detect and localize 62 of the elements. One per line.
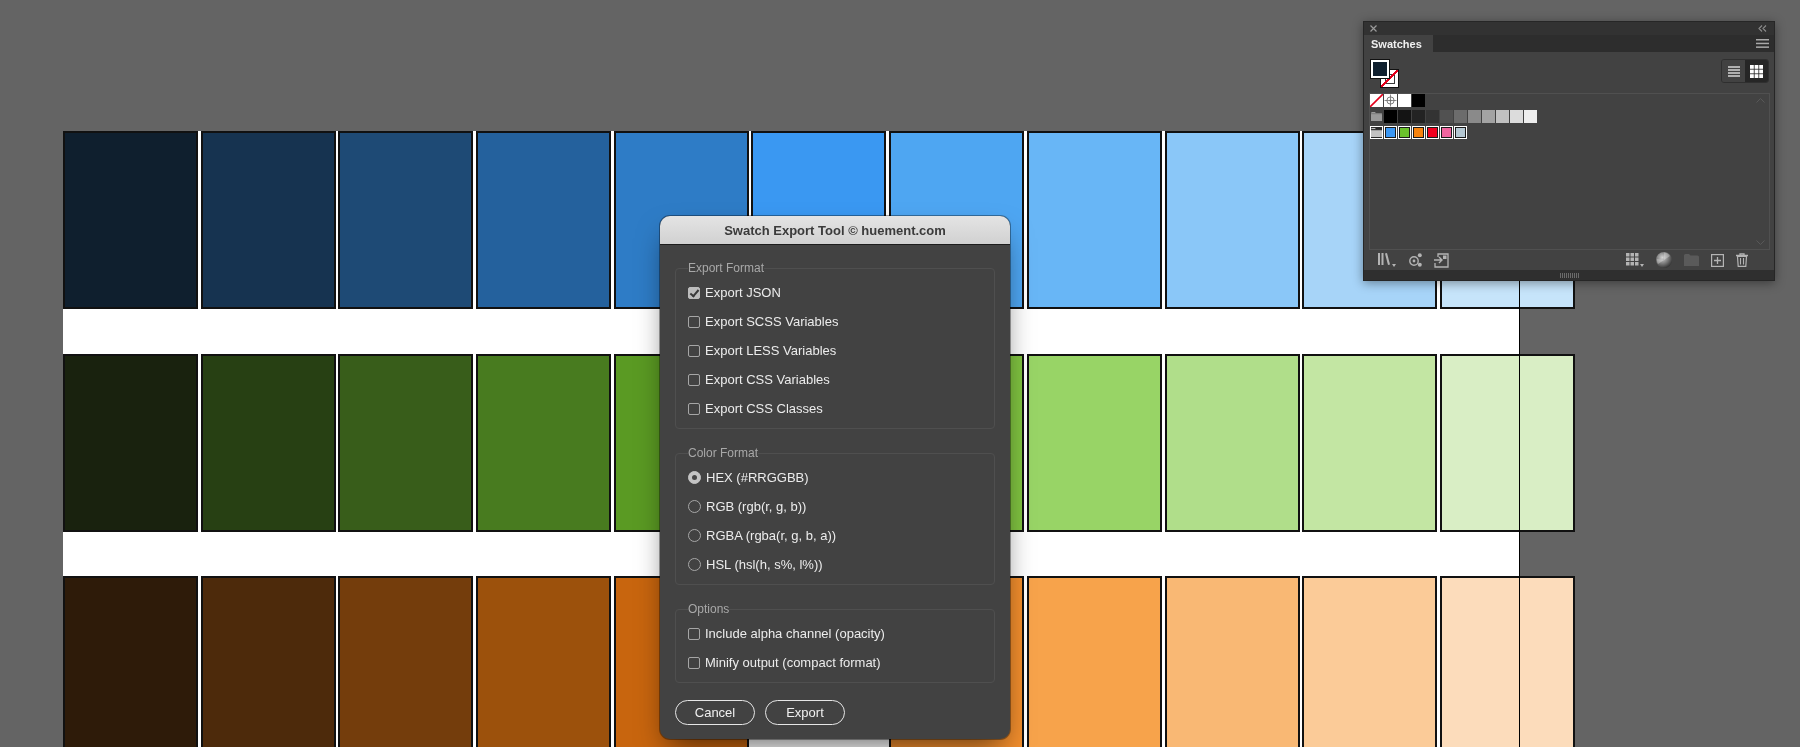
- option-label[interactable]: Export SCSS Variables: [705, 314, 839, 329]
- color-swatch[interactable]: [1482, 110, 1495, 123]
- grid-icon[interactable]: [1626, 253, 1644, 267]
- color-swatch[interactable]: [1440, 126, 1453, 139]
- books-icon[interactable]: [1378, 253, 1396, 267]
- checkbox[interactable]: [688, 315, 700, 328]
- checkbox[interactable]: [688, 656, 700, 669]
- close-icon[interactable]: [1370, 25, 1377, 32]
- option-label[interactable]: Minify output (compact format): [705, 655, 881, 670]
- option-label[interactable]: Export CSS Classes: [705, 401, 823, 416]
- color-swatch[interactable]: [1524, 110, 1537, 123]
- list-icon: [1727, 65, 1740, 77]
- color-swatch[interactable]: [1384, 126, 1397, 139]
- checkbox[interactable]: [688, 286, 700, 299]
- menu-icon[interactable]: [1756, 39, 1769, 48]
- color-swatch[interactable]: [1454, 126, 1467, 139]
- checkbox[interactable]: [688, 344, 700, 357]
- fill-swatch[interactable]: [1371, 60, 1389, 78]
- checkbox[interactable]: [688, 627, 700, 640]
- color-swatch[interactable]: [1454, 110, 1467, 123]
- option-label[interactable]: Include alpha channel (opacity): [705, 626, 885, 641]
- grip-icon[interactable]: [1559, 272, 1579, 278]
- color-swatch[interactable]: [1440, 110, 1453, 123]
- color-swatch[interactable]: [1384, 110, 1397, 123]
- sphere-icon[interactable]: [1656, 252, 1672, 268]
- import-icon[interactable]: [1434, 252, 1449, 268]
- option-label[interactable]: Export JSON: [705, 285, 781, 300]
- group-title: Color Format: [688, 446, 758, 460]
- color-swatch[interactable]: [1426, 126, 1439, 139]
- color-swatch[interactable]: [1412, 110, 1425, 123]
- color-swatch[interactable]: [1510, 110, 1523, 123]
- dialog-title: Swatch Export Tool © huement.com: [724, 222, 946, 238]
- group-title: Options: [688, 602, 730, 616]
- registration-swatch[interactable]: [1384, 94, 1397, 107]
- fill-stroke-icon[interactable]: [1370, 59, 1399, 88]
- option-label[interactable]: HSL (hsl(h, s%, l%)): [706, 557, 823, 572]
- option-label[interactable]: RGB (rgb(r, g, b)): [706, 499, 807, 514]
- folder-icon[interactable]: [1370, 126, 1383, 139]
- color-swatch[interactable]: [1412, 94, 1425, 107]
- none-swatch[interactable]: [1370, 94, 1383, 107]
- color-swatch[interactable]: [1412, 126, 1425, 139]
- view-button[interactable]: [1745, 60, 1768, 82]
- color-swatch[interactable]: [1496, 110, 1509, 123]
- collapse-icon[interactable]: [1758, 25, 1767, 32]
- checkbox[interactable]: [688, 402, 700, 415]
- color-swatch[interactable]: [1398, 110, 1411, 123]
- panel-tab[interactable]: Swatches: [1364, 35, 1433, 52]
- color-swatch[interactable]: [1398, 126, 1411, 139]
- option-label[interactable]: RGBA (rgba(r, g, b, a)): [706, 528, 837, 543]
- radio-button[interactable]: [688, 471, 701, 484]
- option-label[interactable]: Export LESS Variables: [705, 343, 837, 358]
- group-title: Export Format: [688, 261, 765, 275]
- color-swatch[interactable]: [1426, 110, 1439, 123]
- checkbox[interactable]: [688, 373, 700, 386]
- color-swatch[interactable]: [1468, 110, 1481, 123]
- grid-icon: [1750, 64, 1763, 78]
- trash-icon[interactable]: [1736, 253, 1748, 267]
- color-swatch[interactable]: [1398, 94, 1411, 107]
- circle-nodes-icon[interactable]: [1408, 253, 1422, 267]
- option-label[interactable]: Export CSS Variables: [705, 372, 830, 387]
- plus-square-icon[interactable]: [1711, 253, 1724, 267]
- option-label[interactable]: HEX (#RRGGBB): [706, 470, 809, 485]
